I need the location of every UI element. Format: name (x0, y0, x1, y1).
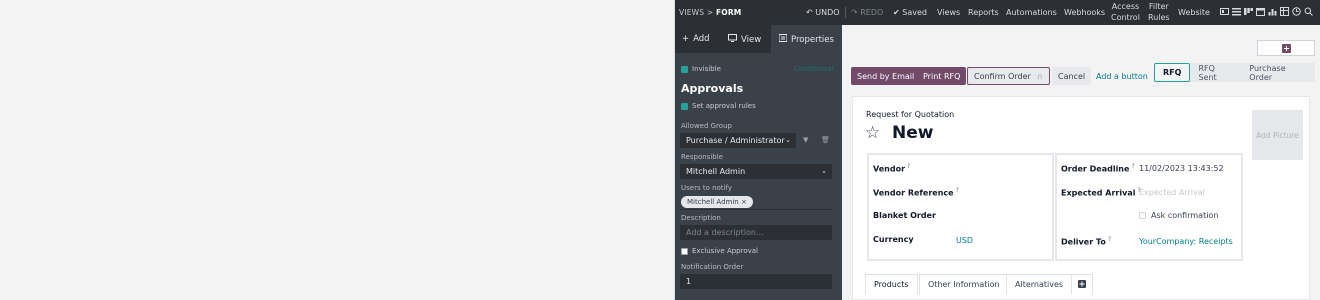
tab-alternatives[interactable]: Alternatives (1006, 274, 1073, 294)
chevron-down-icon: ⌄ (821, 167, 827, 175)
confirm-order-button[interactable]: Confirm Order ∩ (967, 67, 1050, 85)
responsible-select[interactable]: Mitchell Admin ⌄ (680, 164, 832, 179)
plus-icon: + (682, 34, 690, 44)
breadcrumb: VIEWS > FORM (679, 8, 742, 17)
deliver-to-value[interactable]: YourCompany: Receipts (1139, 237, 1233, 246)
redo-button[interactable]: ↷ REDO (851, 8, 883, 17)
activity-view-icon[interactable] (1292, 7, 1301, 16)
tab-other-information[interactable]: Other Information (919, 274, 1009, 294)
properties-sidebar: + Add View Properties Invisible Conditio… (675, 25, 842, 300)
graph-view-icon[interactable] (1268, 7, 1277, 16)
responsible-label: Responsible (681, 153, 723, 161)
check-icon: ✔ (893, 8, 900, 17)
redo-icon: ↷ (851, 8, 858, 17)
expected-arrival-input[interactable]: Expected Arrival (1139, 188, 1205, 197)
kanban-view-icon[interactable] (1244, 7, 1253, 16)
menu-filter-rules[interactable]: Filter Rules (1148, 1, 1170, 23)
order-deadline-label: Order Deadline? (1061, 163, 1135, 174)
add-a-button-link[interactable]: Add a button (1096, 72, 1148, 81)
trash-icon[interactable]: 🗑 (821, 136, 830, 144)
tab-add[interactable]: + Add (682, 34, 710, 44)
tab-products[interactable]: Products (865, 274, 918, 294)
blanket-order-label: Blanket Order (873, 211, 936, 220)
toolbar-divider (845, 7, 846, 18)
currency-value[interactable]: USD (956, 236, 973, 245)
invisible-toggle[interactable]: Invisible (681, 65, 721, 73)
exclusive-approval-checkbox[interactable] (681, 247, 688, 255)
status-rfq-sent[interactable]: RFQ Sent (1190, 64, 1241, 82)
menu-automations[interactable]: Automations (1006, 8, 1057, 17)
status-rfq[interactable]: RFQ (1154, 63, 1191, 82)
description-input[interactable]: Add a description... (680, 225, 832, 240)
menu-website[interactable]: Website (1178, 8, 1210, 17)
list-view-icon[interactable] (1232, 7, 1241, 16)
pivot-view-icon[interactable] (1280, 7, 1289, 16)
invisible-checkbox[interactable] (681, 65, 688, 73)
menu-views[interactable]: Views (937, 8, 960, 17)
studio-topbar: VIEWS > FORM ↶ UNDO ↷ REDO ✔ Saved Views… (675, 0, 1320, 25)
allowed-group-select[interactable]: Purchase / Administrator ⌄ (680, 133, 796, 148)
expected-arrival-label: Expected Arrival? (1061, 187, 1141, 198)
currency-label: Currency (873, 235, 914, 244)
conditional-link[interactable]: Conditional (794, 65, 834, 73)
undo-button[interactable]: ↶ UNDO (806, 8, 840, 17)
chevron-down-icon: ⌄ (785, 136, 791, 144)
properties-icon (778, 34, 788, 45)
approval-rules-checkbox[interactable] (681, 102, 688, 110)
order-deadline-value[interactable]: 11/02/2023 13:43:52 (1139, 164, 1224, 173)
field-group-left[interactable]: Vendor? Vendor Reference? Blanket Order … (867, 153, 1054, 261)
document-title: New (892, 123, 934, 143)
description-label: Description (681, 214, 721, 222)
form-sheet: Request for Quotation ☆ New Add Picture … (852, 96, 1310, 300)
ask-confirmation-toggle[interactable]: Ask confirmation (1139, 211, 1218, 220)
menu-webhooks[interactable]: Webhooks (1064, 8, 1105, 17)
tab-view[interactable]: View (728, 34, 761, 45)
vendor-reference-label: Vendor Reference? (873, 187, 959, 198)
document-subtitle: Request for Quotation (866, 110, 955, 119)
search-view-icon[interactable] (1304, 7, 1313, 16)
menu-reports[interactable]: Reports (968, 8, 999, 17)
add-picture-button[interactable]: Add Picture (1252, 110, 1303, 160)
notification-order-label: Notification Order (681, 263, 744, 271)
undo-icon: ↶ (806, 8, 813, 17)
set-approval-rules-toggle[interactable]: Set approval rules (681, 102, 756, 110)
sidebar-tabs: + Add View Properties (675, 25, 842, 53)
exclusive-approval-toggle[interactable]: Exclusive Approval (681, 247, 758, 255)
form-editor: Send by Email Print RFQ Confirm Order ∩ … (842, 25, 1320, 300)
allowed-group-label: Allowed Group (681, 122, 732, 130)
notification-order-input[interactable]: 1 (680, 274, 832, 289)
user-tag: Mitchell Admin × (681, 196, 753, 208)
add-view-button[interactable] (1257, 40, 1315, 56)
print-rfq-button[interactable]: Print RFQ (917, 67, 967, 85)
cancel-button[interactable]: Cancel (1052, 67, 1092, 85)
ask-confirmation-checkbox[interactable] (1139, 212, 1146, 219)
empty-background (0, 0, 674, 300)
plus-square-icon (1281, 43, 1291, 53)
monitor-icon (728, 34, 737, 45)
add-tab-button[interactable] (1071, 274, 1093, 294)
studio-app: VIEWS > FORM ↶ UNDO ↷ REDO ✔ Saved Views… (674, 0, 1320, 300)
tab-properties[interactable]: Properties (778, 34, 834, 45)
users-notify-label: Users to notify (681, 184, 732, 192)
breadcrumb-form: FORM (715, 8, 742, 17)
deliver-to-label: Deliver To? (1061, 236, 1111, 247)
menu-access-control[interactable]: Access Control (1111, 1, 1140, 23)
breadcrumb-views[interactable]: VIEWS (679, 8, 704, 17)
remove-tag-icon[interactable]: × (741, 198, 747, 206)
approvals-heading: Approvals (681, 82, 744, 95)
plus-square-icon (1078, 280, 1086, 288)
status-bar: RFQ RFQ Sent Purchase Order (1154, 63, 1315, 82)
star-icon[interactable]: ☆ (865, 123, 880, 143)
view-switcher (1220, 7, 1313, 16)
field-group-right[interactable]: Order Deadline? 11/02/2023 13:43:52 Expe… (1055, 153, 1243, 261)
filter-icon[interactable]: ▼ (803, 136, 808, 144)
send-by-email-button[interactable]: Send by Email (851, 67, 921, 85)
status-purchase-order[interactable]: Purchase Order (1241, 64, 1315, 82)
lock-icon: ∩ (1036, 71, 1043, 81)
saved-status: ✔ Saved (893, 8, 927, 17)
vendor-label: Vendor? (873, 163, 911, 174)
calendar-view-icon[interactable] (1256, 7, 1265, 16)
form-view-icon[interactable] (1220, 7, 1229, 16)
